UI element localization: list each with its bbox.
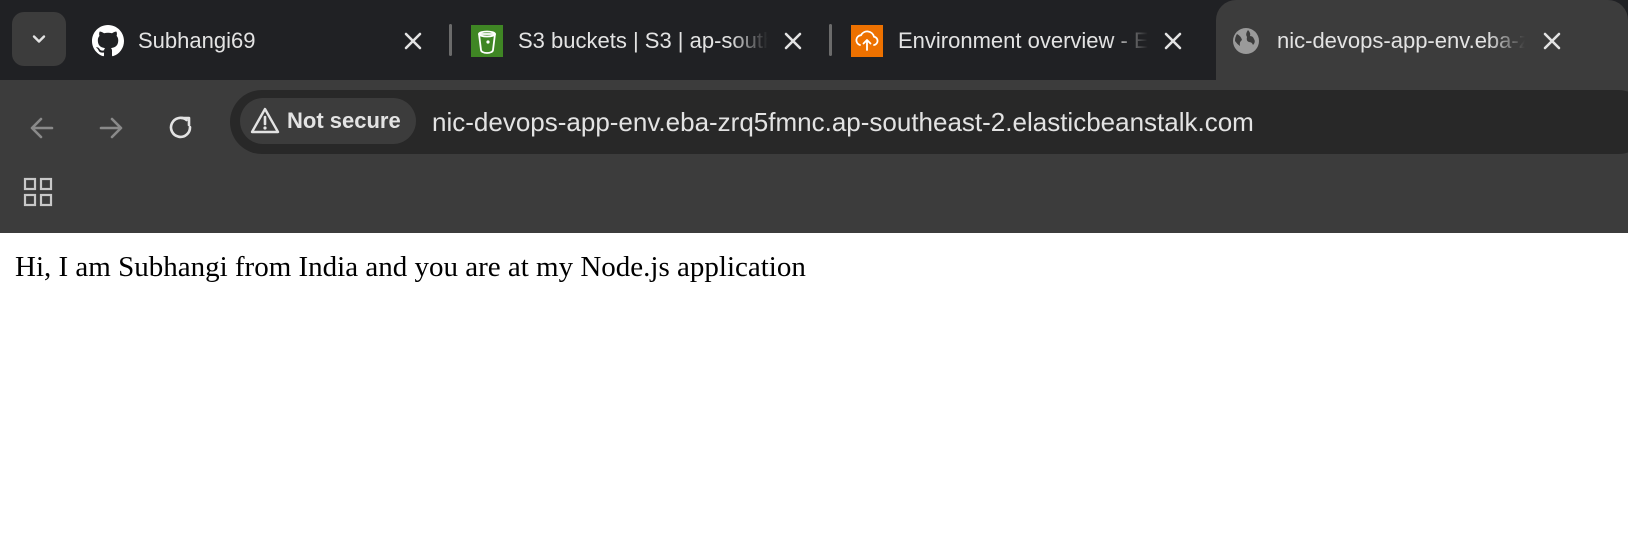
- browser-window: Subhangi69 S3 buckets | S3 | ap-southeas…: [0, 0, 1628, 560]
- back-button[interactable]: [22, 108, 62, 148]
- tab-s3-buckets[interactable]: S3 buckets | S3 | ap-southeast-2: [456, 0, 830, 80]
- warning-icon: [250, 107, 280, 134]
- close-tab-icon[interactable]: [1158, 26, 1188, 56]
- arrow-left-icon: [30, 117, 54, 139]
- reload-icon: [169, 116, 192, 139]
- chevron-down-icon: [32, 35, 46, 43]
- close-tab-icon[interactable]: [1537, 26, 1567, 56]
- close-tab-icon[interactable]: [778, 26, 808, 56]
- tab-search-button[interactable]: [12, 12, 66, 66]
- page-message: Hi, I am Subhangi from India and you are…: [15, 251, 806, 283]
- tab-title: S3 buckets | S3 | ap-southeast-2: [518, 28, 768, 53]
- site-security-chip[interactable]: Not secure: [240, 98, 416, 144]
- apps-grid-icon: [23, 177, 53, 207]
- security-label: Not secure: [287, 108, 401, 133]
- url-text[interactable]: nic-devops-app-env.eba-zrq5fmnc.ap-south…: [432, 104, 1254, 140]
- reload-button[interactable]: [161, 108, 201, 148]
- s3-bucket-icon: [471, 25, 503, 57]
- tab-title: Subhangi69: [138, 28, 256, 53]
- github-icon: [92, 25, 124, 57]
- tab-separator: [449, 24, 452, 56]
- tab-title: Environment overview - Elastic Beanstalk: [898, 28, 1148, 53]
- elastic-beanstalk-icon: [851, 25, 883, 57]
- tab-environment-overview[interactable]: Environment overview - Elastic Beanstalk: [836, 0, 1210, 80]
- close-tab-icon[interactable]: [398, 26, 428, 56]
- tab-title: nic-devops-app-env.eba-zrq5fmnc.ap-south…: [1277, 28, 1525, 53]
- arrow-right-icon: [99, 117, 123, 139]
- tab-github[interactable]: Subhangi69: [76, 0, 450, 80]
- globe-icon: [1230, 25, 1262, 57]
- bookmarks-bar: [0, 162, 1628, 233]
- tab-separator: [829, 24, 832, 56]
- apps-button[interactable]: [20, 174, 56, 210]
- tab-active-site[interactable]: nic-devops-app-env.eba-zrq5fmnc.ap-south…: [1216, 0, 1628, 80]
- tab-strip: Subhangi69 S3 buckets | S3 | ap-southeas…: [0, 0, 1628, 80]
- forward-button[interactable]: [91, 108, 131, 148]
